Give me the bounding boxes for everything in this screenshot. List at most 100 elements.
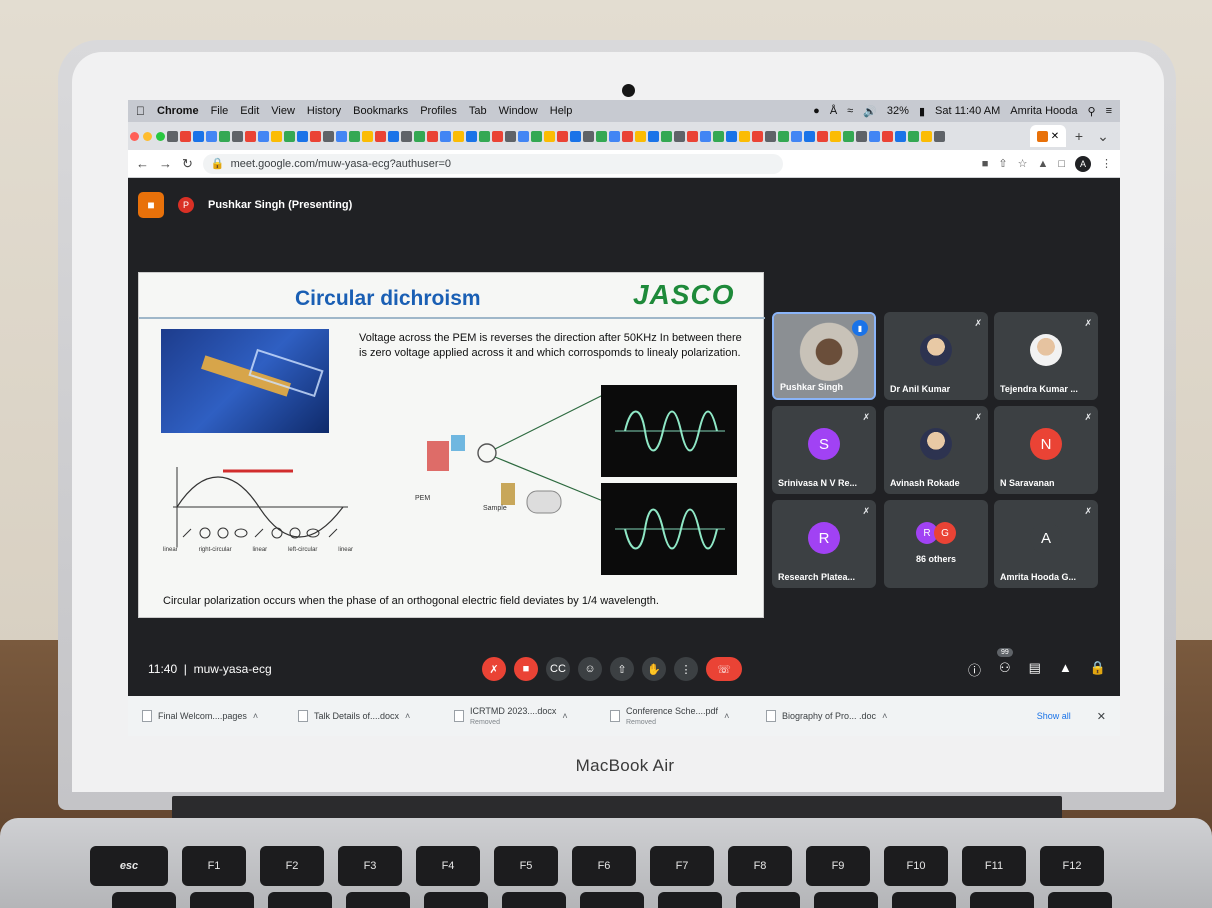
side-panel-icon[interactable]: □: [1058, 158, 1065, 170]
camera-in-use-icon[interactable]: ■: [982, 158, 989, 170]
menu-app-name[interactable]: Chrome: [157, 105, 199, 117]
download-item[interactable]: ICRTMD 2023....docx Removed ˄: [454, 706, 584, 726]
wifi-icon[interactable]: ≈: [847, 105, 853, 117]
tab-favicon[interactable]: [622, 130, 633, 142]
keyboard-key[interactable]: [736, 892, 800, 908]
people-icon[interactable]: 99 ⚇: [996, 647, 1013, 679]
menu-profiles[interactable]: Profiles: [420, 105, 457, 117]
tab-favicon[interactable]: [596, 130, 607, 142]
show-all-downloads-link[interactable]: Show all: [1037, 711, 1071, 721]
tab-favicon[interactable]: [687, 130, 698, 142]
tab-favicon[interactable]: [856, 130, 867, 142]
tab-favicon[interactable]: [674, 130, 685, 142]
esc-key[interactable]: esc: [90, 846, 168, 886]
tab-favicon[interactable]: [713, 130, 724, 142]
keyboard-key[interactable]: [580, 892, 644, 908]
download-item[interactable]: Biography of Pro... .doc ˄: [766, 710, 896, 722]
apple-menu-icon[interactable]: : [136, 104, 145, 118]
zoom-window-icon[interactable]: [156, 131, 165, 141]
tab-favicon[interactable]: [778, 130, 789, 142]
participant-tile[interactable]: ✗ A Amrita Hooda G...: [994, 500, 1098, 588]
tab-favicon[interactable]: [479, 130, 490, 142]
menu-edit[interactable]: Edit: [240, 105, 259, 117]
stop-presenting-icon[interactable]: ■: [138, 192, 164, 218]
tab-favicon[interactable]: [362, 130, 373, 142]
tab-favicon[interactable]: [648, 130, 659, 142]
tab-favicon[interactable]: [401, 130, 412, 142]
emoji-icon[interactable]: ☺: [578, 657, 602, 681]
keyboard-key[interactable]: [502, 892, 566, 908]
menu-tab[interactable]: Tab: [469, 105, 487, 117]
f3-key[interactable]: F3: [338, 846, 402, 886]
tab-favicon[interactable]: [206, 130, 217, 142]
f10-key[interactable]: F10: [884, 846, 948, 886]
tab-favicon[interactable]: [427, 130, 438, 142]
f2-key[interactable]: F2: [260, 846, 324, 886]
f12-key[interactable]: F12: [1040, 846, 1104, 886]
tab-favicon[interactable]: [908, 130, 919, 142]
f4-key[interactable]: F4: [416, 846, 480, 886]
tab-favicon[interactable]: [284, 130, 295, 142]
chevron-up-icon[interactable]: ˄: [724, 711, 729, 721]
menu-file[interactable]: File: [211, 105, 229, 117]
menu-clock[interactable]: Sat 11:40 AM: [935, 105, 1000, 117]
reload-icon[interactable]: ↻: [182, 156, 193, 172]
others-tile[interactable]: R G 86 others: [884, 500, 988, 588]
chevron-up-icon[interactable]: ˄: [562, 711, 567, 721]
participant-tile[interactable]: ✗ Tejendra Kumar ...: [994, 312, 1098, 400]
tab-favicon[interactable]: [505, 130, 516, 142]
f6-key[interactable]: F6: [572, 846, 636, 886]
volume-icon[interactable]: 🔊: [863, 105, 877, 118]
download-item[interactable]: Final Welcom....pages ˄: [142, 710, 272, 722]
keyboard-key[interactable]: [892, 892, 956, 908]
f1-key[interactable]: F1: [182, 846, 246, 886]
keyboard-key[interactable]: [658, 892, 722, 908]
lock-icon[interactable]: 🔒: [211, 157, 225, 170]
tab-favicon[interactable]: [661, 130, 672, 142]
f9-key[interactable]: F9: [806, 846, 870, 886]
tab-favicon[interactable]: [310, 130, 321, 142]
tab-favicon[interactable]: [167, 130, 178, 142]
tab-search-icon[interactable]: ⌄: [1092, 125, 1114, 147]
tab-favicon[interactable]: [349, 130, 360, 142]
tab-favicon[interactable]: [752, 130, 763, 142]
f8-key[interactable]: F8: [728, 846, 792, 886]
tab-favicon[interactable]: [921, 130, 932, 142]
new-tab-icon[interactable]: +: [1068, 125, 1090, 147]
participant-tile[interactable]: ✗ N N Saravanan: [994, 406, 1098, 494]
tab-favicon[interactable]: [297, 130, 308, 142]
address-url[interactable]: meet.google.com/muw-yasa-ecg?authuser=0: [231, 158, 451, 170]
spotlight-search-icon[interactable]: ⚲: [1088, 105, 1096, 118]
raise-hand-icon[interactable]: ✋: [642, 657, 666, 681]
menu-history[interactable]: History: [307, 105, 341, 117]
active-tab[interactable]: ✕: [1030, 125, 1066, 147]
activities-icon[interactable]: ▲: [1059, 660, 1072, 679]
tab-favicon[interactable]: [544, 130, 555, 142]
keyboard-key[interactable]: [814, 892, 878, 908]
menu-window[interactable]: Window: [499, 105, 538, 117]
chat-icon[interactable]: ▤: [1029, 660, 1041, 679]
tab-favicon[interactable]: [193, 130, 204, 142]
tab-favicon[interactable]: [492, 130, 503, 142]
camera-off-icon[interactable]: ■: [514, 657, 538, 681]
keyboard-key[interactable]: [190, 892, 254, 908]
tab-favicon[interactable]: [700, 130, 711, 142]
tab-favicon[interactable]: [895, 130, 906, 142]
tab-favicon[interactable]: [323, 130, 334, 142]
participant-tile[interactable]: ✗ R Research Platea...: [772, 500, 876, 588]
keyboard-key[interactable]: [346, 892, 410, 908]
tab-favicon[interactable]: [843, 130, 854, 142]
meeting-details-icon[interactable]: ⓘ: [968, 660, 981, 679]
record-icon[interactable]: ●: [813, 105, 820, 117]
keyboard-key[interactable]: [970, 892, 1034, 908]
tab-favicon[interactable]: [570, 130, 581, 142]
tab-favicon[interactable]: [414, 130, 425, 142]
tab-favicon[interactable]: [726, 130, 737, 142]
mic-off-icon[interactable]: ✗: [482, 657, 506, 681]
participant-tile[interactable]: ✗ Avinash Rokade: [884, 406, 988, 494]
tab-favicon[interactable]: [531, 130, 542, 142]
f11-key[interactable]: F11: [962, 846, 1026, 886]
tab-favicon[interactable]: [258, 130, 269, 142]
keyboard-key[interactable]: [424, 892, 488, 908]
keyboard-key[interactable]: [268, 892, 332, 908]
